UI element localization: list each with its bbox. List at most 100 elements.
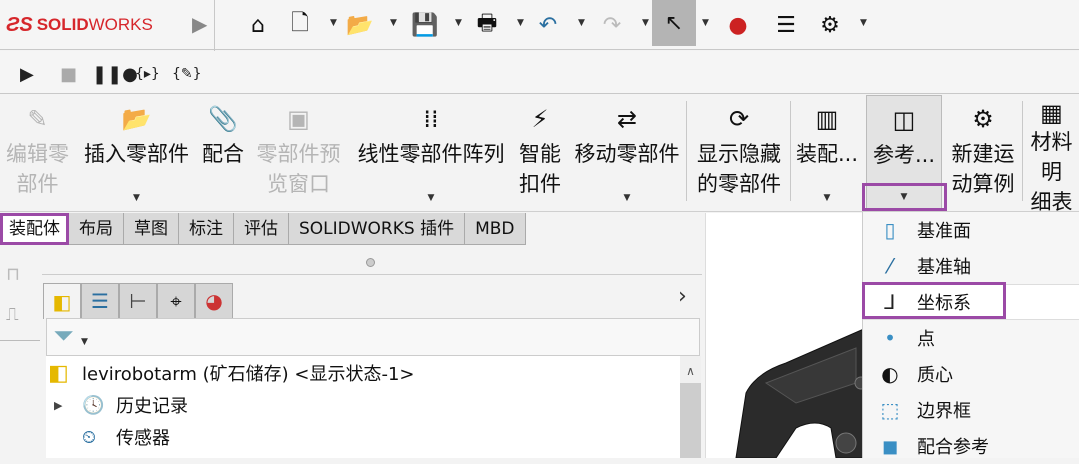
- coordinate-system-highlight: [862, 282, 1006, 319]
- command-label: 智能 扣件: [519, 142, 561, 196]
- select-cursor-dropdown-arrow[interactable]: ▼: [702, 18, 709, 28]
- command-6[interactable]: ⇄ 移动零部件 ▼: [568, 95, 686, 211]
- command-icon: ⟳: [728, 105, 750, 133]
- tab-3[interactable]: 标注: [179, 213, 234, 245]
- open-folder-dropdown-arrow[interactable]: ▼: [390, 18, 397, 28]
- reference-geometry-dropdown: ▯ 基准面 ⁄ 基准轴 ⅃ 坐标系 • 点 ◐ 质心 ⬚ 边界框 ◼ 配合参考: [862, 212, 1079, 458]
- command-4[interactable]: ⁞⁞ 线性零部件阵列 ▼: [350, 95, 512, 211]
- print-dropdown-arrow[interactable]: ▼: [517, 18, 524, 28]
- command-label: 零部件预 览窗口: [256, 142, 341, 196]
- traffic-light-button[interactable]: ●: [722, 6, 754, 44]
- menu-item-point[interactable]: • 点: [863, 320, 1079, 356]
- command-label: 线性零部件阵列: [357, 142, 505, 166]
- command-3[interactable]: ▣ 零部件预 览窗口: [250, 95, 347, 211]
- new-document-icon: 🗋: [291, 11, 309, 36]
- tab-1[interactable]: 布局: [69, 213, 124, 245]
- home-button[interactable]: ⌂: [242, 6, 274, 44]
- redo-icon: ↷: [602, 12, 622, 38]
- command-dropdown-arrow[interactable]: ▼: [824, 193, 831, 203]
- tab-0[interactable]: 装配体: [0, 213, 69, 245]
- menu-item-center-of-mass[interactable]: ◐ 质心: [863, 356, 1079, 392]
- menu-item-plane[interactable]: ▯ 基准面: [863, 212, 1079, 248]
- stop-macro-icon: ■: [60, 63, 78, 85]
- select-cursor-button[interactable]: ↖: [652, 0, 696, 46]
- command-2[interactable]: 📎 配合: [198, 95, 248, 211]
- stop-macro-button[interactable]: ■: [60, 55, 77, 93]
- hierarchy-icon[interactable]: ⊓: [6, 264, 20, 285]
- command-label: 显示隐藏 的零部件: [697, 142, 781, 196]
- tab-6[interactable]: MBD: [465, 213, 526, 245]
- save-dropdown-arrow[interactable]: ▼: [455, 18, 462, 28]
- open-folder-button[interactable]: 📂: [344, 6, 376, 44]
- settings-gear-icon: ⚙: [820, 12, 840, 38]
- panel-tabs-more-arrow[interactable]: ›: [678, 284, 687, 309]
- menu-expand-arrow[interactable]: ▶: [192, 12, 207, 36]
- edit-macro-icon: {✎}: [172, 66, 202, 82]
- edit-macro-button[interactable]: {✎}: [172, 55, 202, 93]
- options-list-button[interactable]: ☰: [770, 6, 802, 44]
- command-dropdown-arrow[interactable]: ▼: [133, 193, 140, 203]
- command-7[interactable]: ⟳ 显示隐藏 的零部件: [690, 95, 788, 211]
- menu-item-bounding-box[interactable]: ⬚ 边界框: [863, 392, 1079, 428]
- print-button[interactable]: 🖶: [471, 6, 503, 44]
- divider: [686, 101, 687, 201]
- undo-icon: ↶: [538, 12, 558, 38]
- tree-item[interactable]: ▶ 🕓 历史记录: [54, 390, 188, 420]
- settings-gear-button[interactable]: ⚙: [814, 6, 846, 44]
- menu-item-mate-reference[interactable]: ◼ 配合参考: [863, 428, 1079, 464]
- command-10[interactable]: ⚙ 新建运 动算例: [945, 95, 1021, 211]
- tab-4[interactable]: 评估: [234, 213, 289, 245]
- assembly-icon: ◧: [48, 360, 69, 386]
- configuration-manager-tab[interactable]: ⊢: [119, 283, 157, 319]
- tree-filter[interactable]: ⏷ ▼: [46, 318, 700, 356]
- command-icon: ⚙: [972, 105, 994, 133]
- new-document-dropdown-arrow[interactable]: ▼: [330, 18, 337, 28]
- save-button[interactable]: 💾: [409, 6, 441, 44]
- command-dropdown-arrow[interactable]: ▼: [428, 193, 435, 203]
- undo-dropdown-arrow[interactable]: ▼: [578, 18, 585, 28]
- signal-icon[interactable]: ⎍: [6, 304, 19, 325]
- command-5[interactable]: ⚡ 智能 扣件: [514, 95, 566, 211]
- filter-icon[interactable]: ⏷: [53, 321, 74, 352]
- undo-button[interactable]: ↶: [532, 6, 564, 44]
- redo-button[interactable]: ↷: [596, 6, 628, 44]
- command-8[interactable]: ▥ 装配... ▼: [794, 95, 860, 211]
- tab-5[interactable]: SOLIDWORKS 插件: [289, 213, 466, 245]
- command-label: 装配...: [795, 142, 859, 166]
- new-document-button[interactable]: 🗋: [284, 6, 316, 44]
- tree-root[interactable]: ◧ levirobotarm (矿石储存) <显示状态-1>: [48, 358, 415, 388]
- menu-item-label: 基准轴: [917, 257, 971, 278]
- pause-record-button[interactable]: ❚❚●: [92, 55, 138, 93]
- command-icon: ▥: [815, 105, 839, 133]
- command-1[interactable]: 📂 插入零部件 ▼: [78, 95, 195, 211]
- command-label: 配合: [202, 142, 244, 166]
- new-macro-button[interactable]: {▸}: [135, 55, 160, 93]
- traffic-light-icon: ●: [728, 12, 748, 38]
- redo-dropdown-arrow[interactable]: ▼: [642, 18, 649, 28]
- bounding-box-icon: ⬚: [880, 398, 900, 422]
- menu-item-axis[interactable]: ⁄ 基准轴: [863, 248, 1079, 284]
- display-manager-tab[interactable]: ◕: [195, 283, 233, 319]
- command-dropdown-arrow[interactable]: ▼: [624, 193, 631, 203]
- feature-manager-tab[interactable]: ◧: [43, 283, 81, 319]
- menu-item-label: 基准面: [917, 221, 971, 242]
- scroll-up-arrow[interactable]: ∧: [680, 364, 701, 378]
- play-macro-icon: ▶: [20, 63, 34, 85]
- play-macro-button[interactable]: ▶: [20, 55, 34, 93]
- menu-item-label: 质心: [917, 365, 953, 386]
- home-icon: ⌂: [251, 12, 265, 38]
- expand-arrow-icon[interactable]: ▶: [54, 399, 82, 412]
- solidworks-logo[interactable]: ƧS SOLIDWORKS: [6, 10, 153, 40]
- scroll-thumb[interactable]: [680, 383, 701, 458]
- tab-2[interactable]: 草图: [124, 213, 179, 245]
- property-manager-tab[interactable]: ☰: [81, 283, 119, 319]
- command-0[interactable]: ✎ 编辑零 部件: [0, 95, 75, 211]
- splitter-handle[interactable]: [366, 258, 375, 267]
- tree-scrollbar[interactable]: ∧: [680, 356, 701, 458]
- dimxpert-tab[interactable]: ⌖: [157, 283, 195, 319]
- command-11[interactable]: ▦ 材料明 细表: [1024, 95, 1079, 214]
- tree-item[interactable]: ⏲ 传感器: [54, 422, 170, 452]
- settings-gear-dropdown-arrow[interactable]: ▼: [860, 18, 867, 28]
- display-manager-icon: ◕: [205, 289, 223, 313]
- command-label: 新建运 动算例: [951, 142, 1015, 196]
